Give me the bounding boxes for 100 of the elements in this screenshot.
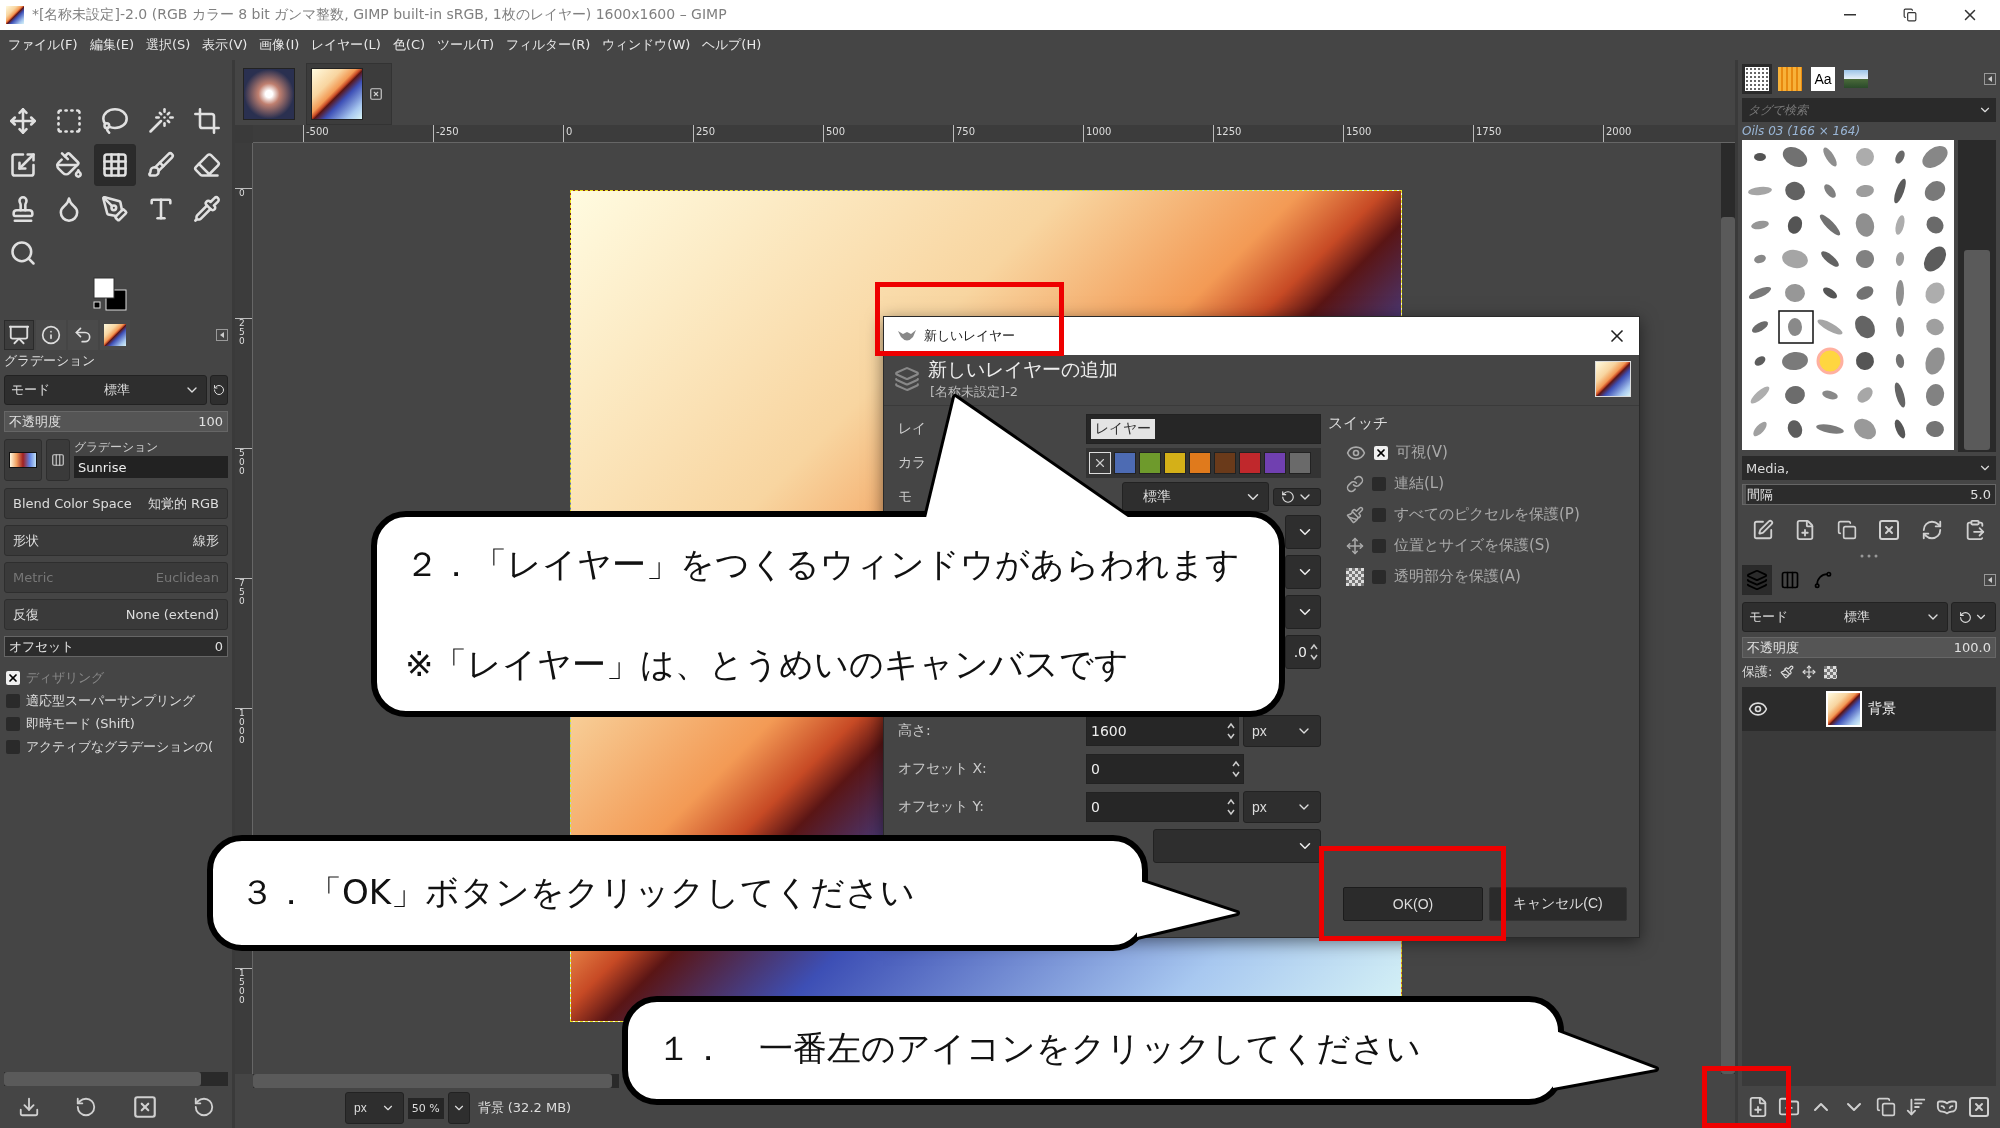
reverse-button[interactable] xyxy=(46,439,70,481)
menu-item[interactable]: 色(C) xyxy=(386,36,432,54)
drag-handle-icon[interactable] xyxy=(1859,554,1879,558)
color-tag-picker[interactable] xyxy=(1086,448,1321,478)
no-color-tag[interactable] xyxy=(1089,452,1111,474)
checkbox[interactable] xyxy=(6,739,20,754)
offset-field[interactable]: オフセット 0 xyxy=(4,636,228,657)
scrollbar[interactable] xyxy=(4,1072,228,1086)
dock-tab[interactable] xyxy=(1742,64,1772,94)
dock-tab[interactable] xyxy=(68,320,98,350)
number-field[interactable]: 0 xyxy=(1086,754,1244,784)
unit-dropdown[interactable]: px xyxy=(1243,791,1321,823)
checkbox[interactable] xyxy=(1372,476,1386,491)
tool-button[interactable] xyxy=(94,144,136,186)
slider-label: 不透明度 xyxy=(1747,638,1799,657)
tag-dropdown[interactable]: Media, xyxy=(1742,456,1996,480)
number-field[interactable]: 1600 xyxy=(1086,716,1239,746)
checker-grid-icon xyxy=(101,151,129,179)
reset-button[interactable] xyxy=(210,375,228,405)
configure-icon[interactable] xyxy=(216,329,228,341)
mode-dropdown[interactable]: モード 標準 xyxy=(1742,602,1948,632)
color-tag[interactable] xyxy=(1264,452,1286,474)
menu-item[interactable]: レイヤー(L) xyxy=(305,36,387,54)
tag-search-field[interactable]: タグで検索 xyxy=(1742,98,1996,122)
field-label: オフセット X: xyxy=(898,760,988,778)
dropdown[interactable] xyxy=(1285,595,1321,629)
checkbox[interactable] xyxy=(6,716,20,731)
gradient-name-field[interactable]: Sunrise xyxy=(74,456,228,478)
configure-icon[interactable] xyxy=(1984,574,1996,586)
menu-item[interactable]: フィルター(R) xyxy=(500,36,597,54)
configure-icon[interactable] xyxy=(1984,73,1996,85)
image-tab[interactable] xyxy=(306,63,392,125)
color-tag[interactable] xyxy=(1164,452,1186,474)
tag-search-input[interactable]: タグで検索 xyxy=(1742,103,1978,117)
color-tag[interactable] xyxy=(1189,452,1211,474)
color-tag[interactable] xyxy=(1214,452,1236,474)
color-tag[interactable] xyxy=(1289,452,1311,474)
checkbox[interactable] xyxy=(1372,507,1386,522)
stamp-icon xyxy=(9,195,37,223)
menu-item[interactable]: ツール(T) xyxy=(431,36,501,54)
spacing-slider[interactable]: 間隔 5.0 xyxy=(1742,484,1996,505)
menu-item[interactable]: 表示(V) xyxy=(196,36,254,54)
dropdown[interactable] xyxy=(1285,515,1321,549)
reverse-icon xyxy=(51,453,65,467)
menu-item[interactable]: ヘルプ(H) xyxy=(696,36,768,54)
mode-dropdown[interactable]: モード 標準 xyxy=(4,375,207,405)
menu-item[interactable]: ファイル(F) xyxy=(2,36,84,54)
opacity-slider[interactable]: 不透明度 100 xyxy=(4,411,228,432)
option-dropdown[interactable]: Blend Color Space 知覚的 RGB xyxy=(4,488,228,519)
number-field[interactable]: .0 xyxy=(1285,635,1321,669)
dock-tab[interactable] xyxy=(100,320,130,350)
opacity-slider[interactable]: 不透明度 100.0 xyxy=(1742,637,1996,658)
ruler-label: -500 xyxy=(303,125,433,142)
checkbox[interactable] xyxy=(1372,538,1386,553)
fg-bg-colors-icon[interactable] xyxy=(92,276,128,312)
option-dropdown[interactable]: 形状 線形 xyxy=(4,525,228,556)
cancel-button[interactable]: キャンセル(C) xyxy=(1489,887,1627,921)
composite-dropdown[interactable] xyxy=(1273,488,1321,506)
brush-icon[interactable] xyxy=(1780,665,1795,679)
color-tag[interactable] xyxy=(1239,452,1261,474)
checkbox[interactable] xyxy=(1372,569,1386,584)
color-tag[interactable] xyxy=(1114,452,1136,474)
mode-dropdown[interactable]: 標準 xyxy=(1122,482,1269,512)
ruler-label: 2000 xyxy=(1603,125,1733,142)
close-icon[interactable] xyxy=(369,87,383,101)
unit-dropdown[interactable]: px xyxy=(1243,715,1321,747)
scrollbar[interactable] xyxy=(1958,140,1996,452)
checkbox[interactable] xyxy=(1374,445,1388,460)
layers-icon xyxy=(894,366,920,392)
menu-item[interactable]: 選択(S) xyxy=(140,36,197,54)
layer-name-field[interactable]: レイヤー xyxy=(1086,414,1321,444)
ok-button[interactable]: OK(O) xyxy=(1343,887,1483,921)
color-tag[interactable] xyxy=(1139,452,1161,474)
menu-item[interactable]: 編集(E) xyxy=(83,36,140,54)
dock-tab[interactable] xyxy=(4,320,34,350)
checkerboard-icon[interactable] xyxy=(1824,665,1838,679)
layer-row[interactable]: 背景 xyxy=(1742,687,1996,731)
ruler-label: 0 xyxy=(239,189,246,198)
brush-icon xyxy=(1346,505,1364,524)
eye-icon[interactable] xyxy=(1748,699,1768,719)
checkbox-label: 適応型スーパーサンプリング xyxy=(26,691,195,710)
ruler-label: 750 xyxy=(953,125,1083,142)
scrollbar[interactable] xyxy=(1721,143,1735,1074)
checkbox[interactable] xyxy=(6,693,20,708)
move-icon xyxy=(1346,536,1364,555)
image-name: [名称未設定]-2 xyxy=(930,383,1020,401)
move-icon[interactable] xyxy=(1802,665,1817,679)
menu-item[interactable]: 画像(I) xyxy=(253,36,306,54)
dropdown[interactable] xyxy=(1285,555,1321,589)
composite-dropdown[interactable] xyxy=(1951,602,1996,632)
unit-dropdown[interactable]: px xyxy=(345,1092,404,1124)
option-dropdown[interactable]: 反復 None (extend) xyxy=(4,599,228,630)
scrollbar[interactable] xyxy=(253,1074,619,1088)
dock-tab[interactable] xyxy=(36,320,66,350)
brush-grid-drawing[interactable] xyxy=(1742,140,1954,450)
number-field[interactable]: 0 xyxy=(1086,792,1239,822)
gradient-preview-button[interactable] xyxy=(4,439,42,481)
zoom-field[interactable]: 50 % xyxy=(407,1097,444,1119)
menu-item[interactable]: ウィンドウ(W) xyxy=(596,36,697,54)
text-tool-icon xyxy=(147,195,175,223)
